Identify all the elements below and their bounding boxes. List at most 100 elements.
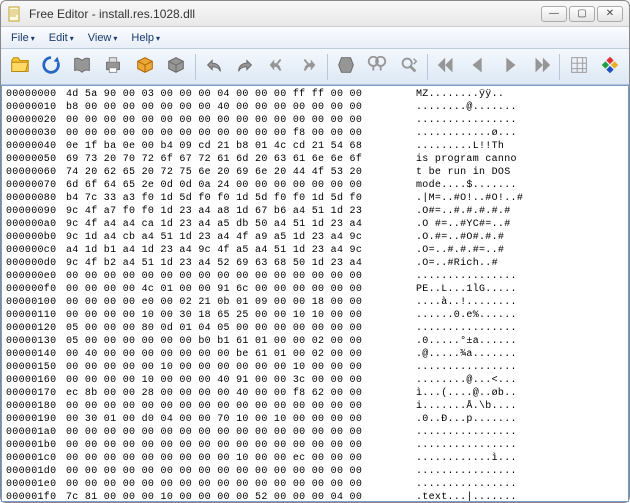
- hex-row[interactable]: 000001b000 00 00 00 00 00 00 00 00 00 00…: [6, 439, 628, 452]
- hex-row[interactable]: 000000400e 1f ba 0e 00 b4 09 cd 21 b8 01…: [6, 140, 628, 153]
- menu-view[interactable]: View▾: [82, 30, 124, 46]
- hex-offset: 000000e0: [6, 270, 66, 283]
- hex-row[interactable]: 000000f000 00 00 00 4c 01 00 00 91 6c 00…: [6, 283, 628, 296]
- hex-row[interactable]: 000000b09c 1d a4 cb a4 51 1d 23 a4 4f a9…: [6, 231, 628, 244]
- hex-bytes: 00 00 00 00 00 00 00 00 00 00 00 00 00 0…: [66, 465, 416, 478]
- hex-row[interactable]: 0000010000 00 00 00 e0 00 02 21 0b 01 09…: [6, 296, 628, 309]
- hex-row[interactable]: 000001d000 00 00 00 00 00 00 00 00 00 00…: [6, 465, 628, 478]
- hex-bytes: 00 00 00 00 00 00 00 00 00 10 00 00 ec 0…: [66, 452, 416, 465]
- hex-row[interactable]: 0000016000 00 00 00 10 00 00 00 40 91 00…: [6, 374, 628, 387]
- hex-ascii: .........L!!Th: [416, 140, 628, 153]
- replace-button[interactable]: [394, 52, 423, 82]
- hex-row[interactable]: 0000006074 20 62 65 20 72 75 6e 20 69 6e…: [6, 166, 628, 179]
- hex-offset: 00000070: [6, 179, 66, 192]
- hex-row[interactable]: 0000019000 30 01 00 d0 04 00 00 70 10 00…: [6, 413, 628, 426]
- hex-offset: 00000130: [6, 335, 66, 348]
- hex-offset: 000000d0: [6, 257, 66, 270]
- hex-ascii: MZ........ÿÿ..: [416, 88, 628, 101]
- hex-offset: 000001c0: [6, 452, 66, 465]
- hex-offset: 000001a0: [6, 426, 66, 439]
- colors-button[interactable]: [596, 52, 625, 82]
- hex-ascii: ì...(....@..øb..: [416, 387, 628, 400]
- chevron-down-icon: ▾: [113, 34, 117, 43]
- hex-ascii: t be run in DOS: [416, 166, 628, 179]
- hex-row[interactable]: 000000d09c 4f b2 a4 51 1d 23 a4 52 69 63…: [6, 257, 628, 270]
- hex-bytes: 69 73 20 70 72 6f 67 72 61 6d 20 63 61 6…: [66, 153, 416, 166]
- hex-row[interactable]: 00000170ec 8b 00 00 28 00 00 00 00 40 00…: [6, 387, 628, 400]
- grid-button[interactable]: [564, 52, 593, 82]
- undo-icon: [203, 54, 225, 79]
- hex-row[interactable]: 0000015000 00 00 00 00 10 00 00 00 00 00…: [6, 361, 628, 374]
- undo-all-button[interactable]: [262, 52, 291, 82]
- hex-row[interactable]: 000001a000 00 00 00 00 00 00 00 00 00 00…: [6, 426, 628, 439]
- menu-help-label: Help: [131, 32, 154, 44]
- prev-button[interactable]: [464, 52, 493, 82]
- hex-row[interactable]: 000000e000 00 00 00 00 00 00 00 00 00 00…: [6, 270, 628, 283]
- hex-ascii: ................: [416, 439, 628, 452]
- menubar: File▾ Edit▾ View▾ Help▾: [1, 27, 629, 49]
- hex-row[interactable]: 000000c0a4 1d b1 a4 1d 23 a4 9c 4f a5 a4…: [6, 244, 628, 257]
- last-button[interactable]: [526, 52, 555, 82]
- menu-help[interactable]: Help▾: [125, 30, 166, 46]
- hex-row[interactable]: 000001c000 00 00 00 00 00 00 00 00 10 00…: [6, 452, 628, 465]
- hex-row[interactable]: 0000005069 73 20 70 72 6f 67 72 61 6d 20…: [6, 153, 628, 166]
- hex-row[interactable]: 00000080b4 7c 33 a3 f0 1d 5d f0 f0 1d 5d…: [6, 192, 628, 205]
- menu-edit[interactable]: Edit▾: [43, 30, 80, 46]
- redo-button[interactable]: [231, 52, 260, 82]
- find-button[interactable]: [363, 52, 392, 82]
- hex-row[interactable]: 0000002000 00 00 00 00 00 00 00 00 00 00…: [6, 114, 628, 127]
- print-button[interactable]: [99, 52, 128, 82]
- menu-edit-label: Edit: [49, 32, 68, 44]
- maximize-button[interactable]: ▢: [569, 6, 595, 22]
- goto-button[interactable]: [332, 52, 361, 82]
- hex-offset: 00000050: [6, 153, 66, 166]
- first-button[interactable]: [432, 52, 461, 82]
- refresh-button[interactable]: [36, 52, 65, 82]
- hex-row[interactable]: 0000003000 00 00 00 00 00 00 00 00 00 00…: [6, 127, 628, 140]
- book-button[interactable]: [68, 52, 97, 82]
- hex-row[interactable]: 00000010b8 00 00 00 00 00 00 00 40 00 00…: [6, 101, 628, 114]
- hex-row[interactable]: 0000012005 00 00 00 80 0d 01 04 05 00 00…: [6, 322, 628, 335]
- toolbar-separator: [195, 54, 196, 80]
- menu-file[interactable]: File▾: [5, 30, 41, 46]
- menu-file-label: File: [11, 32, 29, 44]
- open-button[interactable]: [5, 52, 34, 82]
- hex-row[interactable]: 0000014000 40 00 00 00 00 00 00 00 be 61…: [6, 348, 628, 361]
- close-button[interactable]: ✕: [597, 6, 623, 22]
- hex-ascii: ................: [416, 426, 628, 439]
- redo-all-button[interactable]: [293, 52, 322, 82]
- hex-row[interactable]: 000000a09c 4f a4 a4 ca 1d 23 a4 a5 db 50…: [6, 218, 628, 231]
- open-icon: [9, 54, 31, 79]
- save-button[interactable]: [161, 52, 190, 82]
- undo-button[interactable]: [200, 52, 229, 82]
- hex-bytes: 05 00 00 00 00 00 00 b0 b1 61 01 00 00 0…: [66, 335, 416, 348]
- hex-row[interactable]: 0000011000 00 00 00 10 00 30 18 65 25 00…: [6, 309, 628, 322]
- hex-bytes: 00 00 00 00 00 00 00 00 00 00 00 00 00 0…: [66, 114, 416, 127]
- minimize-button[interactable]: —: [541, 6, 567, 22]
- box-button[interactable]: [130, 52, 159, 82]
- hex-bytes: 9c 4f a7 f0 f0 1d 23 a4 a8 1d 67 b6 a4 5…: [66, 205, 416, 218]
- hex-offset: 00000180: [6, 400, 66, 413]
- hex-row[interactable]: 000000909c 4f a7 f0 f0 1d 23 a4 a8 1d 67…: [6, 205, 628, 218]
- hex-offset: 00000090: [6, 205, 66, 218]
- refresh-icon: [40, 54, 62, 79]
- hex-offset: 000001e0: [6, 478, 66, 491]
- hex-row[interactable]: 000001f07c 81 00 00 00 10 00 00 00 00 52…: [6, 491, 628, 501]
- hex-row[interactable]: 000000004d 5a 90 00 03 00 00 00 04 00 00…: [6, 88, 628, 101]
- hex-ascii: .0..Ð...p.......: [416, 413, 628, 426]
- hex-row[interactable]: 000000706d 6f 64 65 2e 0d 0d 0a 24 00 00…: [6, 179, 628, 192]
- hex-offset: 00000010: [6, 101, 66, 114]
- hex-bytes: b4 7c 33 a3 f0 1d 5d f0 f0 1d 5d f0 f0 1…: [66, 192, 416, 205]
- hex-ascii: ........@.......: [416, 101, 628, 114]
- hex-offset: 000000a0: [6, 218, 66, 231]
- hex-bytes: 4d 5a 90 00 03 00 00 00 04 00 00 00 ff f…: [66, 88, 416, 101]
- hex-row[interactable]: 0000018000 00 00 00 00 00 00 00 00 00 00…: [6, 400, 628, 413]
- hex-row[interactable]: 000001e000 00 00 00 00 00 00 00 00 00 00…: [6, 478, 628, 491]
- hex-view[interactable]: 000000004d 5a 90 00 03 00 00 00 04 00 00…: [2, 86, 628, 501]
- hex-ascii: ................: [416, 478, 628, 491]
- hex-bytes: 00 00 00 00 e0 00 02 21 0b 01 09 00 00 1…: [66, 296, 416, 309]
- next-button[interactable]: [495, 52, 524, 82]
- hex-offset: 00000140: [6, 348, 66, 361]
- hex-bytes: a4 1d b1 a4 1d 23 a4 9c 4f a5 a4 51 1d 2…: [66, 244, 416, 257]
- hex-row[interactable]: 0000013005 00 00 00 00 00 00 b0 b1 61 01…: [6, 335, 628, 348]
